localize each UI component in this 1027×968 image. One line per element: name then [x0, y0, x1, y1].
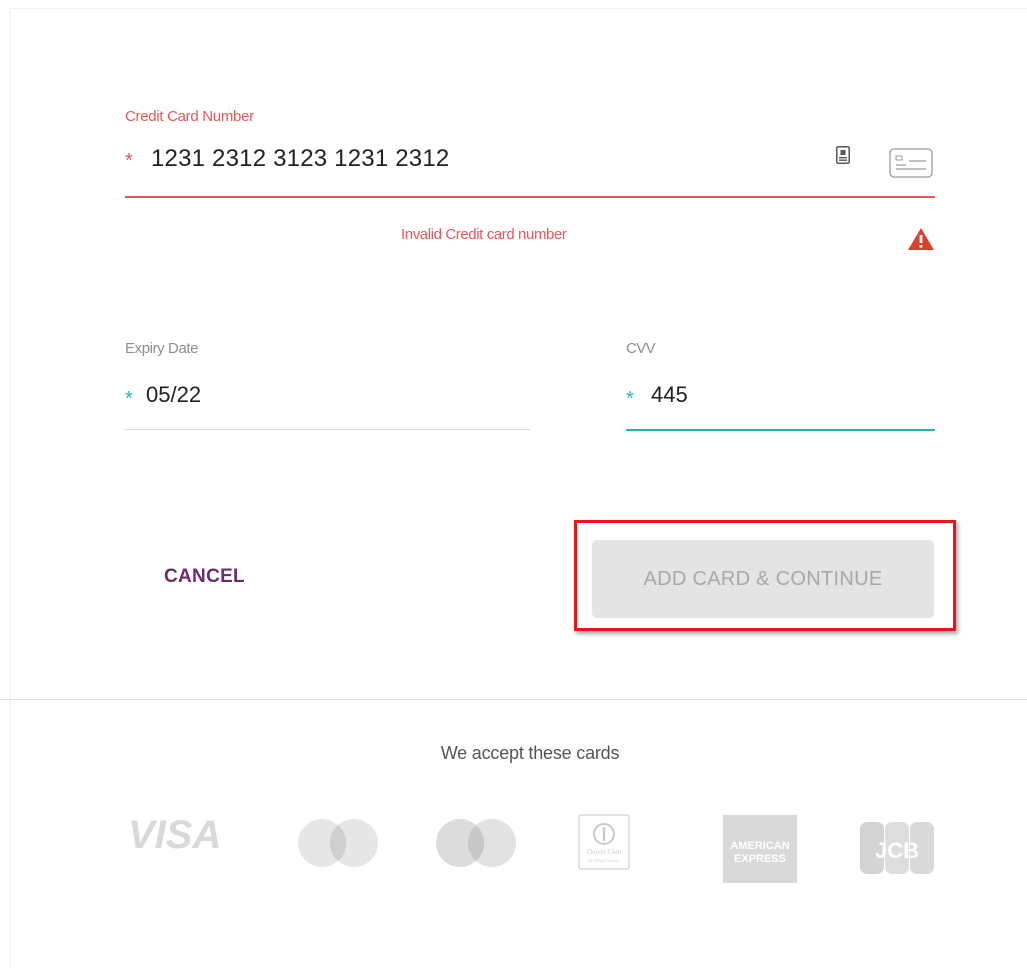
- add-card-continue-button[interactable]: ADD CARD & CONTINUE: [592, 540, 934, 618]
- expiry-date-input[interactable]: 05/22: [146, 382, 201, 408]
- maestro-logo: [436, 819, 516, 867]
- expiry-required-marker: *: [125, 388, 133, 410]
- card-number-error: Invalid Credit card number: [401, 226, 567, 243]
- card-chip-icon[interactable]: [836, 146, 850, 164]
- expiry-underline: [125, 429, 530, 430]
- svg-text:JCB: JCB: [875, 838, 919, 863]
- mastercard-logo: [298, 819, 378, 867]
- cvv-required-marker: *: [626, 388, 634, 410]
- jcb-logo: JCB: [860, 822, 934, 874]
- warning-icon: [908, 228, 934, 250]
- card-number-input[interactable]: 1231 2312 3123 1231 2312: [151, 145, 449, 173]
- svg-text:EXPRESS: EXPRESS: [734, 853, 786, 865]
- cvv-input[interactable]: 445: [651, 382, 688, 408]
- svg-text:VISA: VISA: [128, 813, 221, 856]
- expiry-date-label: Expiry Date: [125, 340, 199, 357]
- card-number-label: Credit Card Number: [125, 108, 254, 125]
- cancel-button[interactable]: CANCEL: [164, 566, 245, 588]
- svg-text:INTERNATIONAL: INTERNATIONAL: [588, 858, 620, 863]
- card-number-underline: [125, 196, 935, 198]
- cvv-label: CVV: [626, 340, 656, 357]
- diners-club-logo: Diners Club INTERNATIONAL: [578, 814, 630, 870]
- visa-logo: VISA: [128, 813, 221, 856]
- card-front-icon[interactable]: [889, 148, 933, 178]
- cvv-underline: [626, 429, 935, 431]
- svg-text:Diners Club: Diners Club: [587, 848, 622, 856]
- accepted-cards-heading: We accept these cards: [440, 743, 620, 763]
- card-number-required-marker: *: [125, 150, 133, 172]
- section-divider: [0, 699, 1027, 700]
- american-express-logo: AMERICAN EXPRESS: [723, 815, 797, 883]
- svg-text:AMERICAN: AMERICAN: [730, 840, 789, 852]
